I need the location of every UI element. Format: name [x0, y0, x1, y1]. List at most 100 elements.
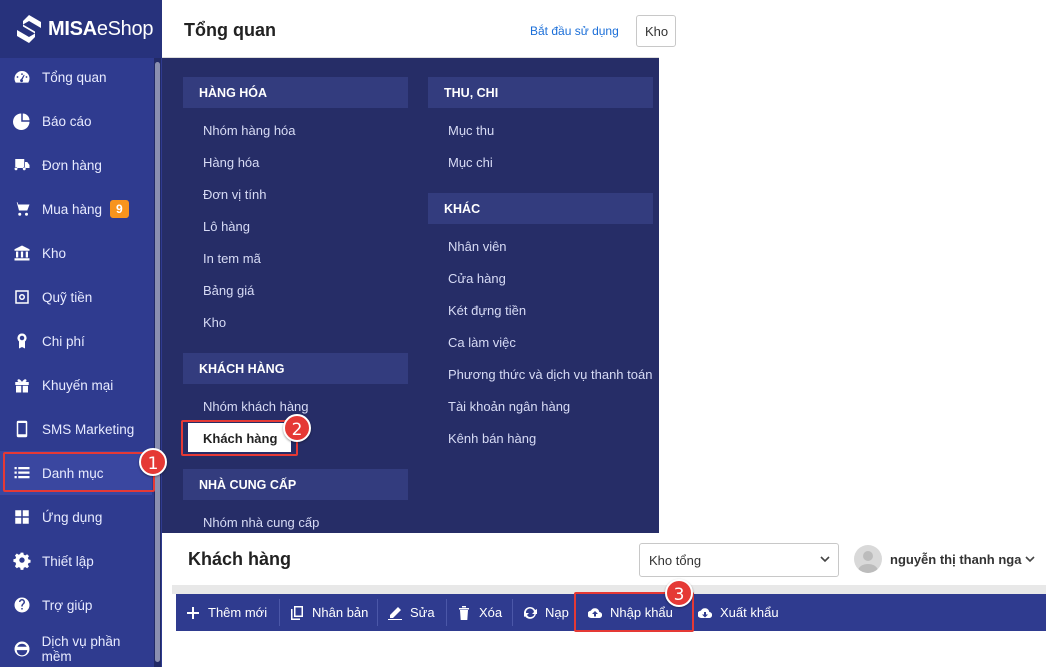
step-2-marker: 2 — [283, 414, 311, 442]
user-menu-chevron-icon[interactable] — [1025, 554, 1035, 564]
sidebar-item-chi-phi[interactable]: Chi phí — [0, 319, 152, 363]
pie-chart-icon — [12, 111, 32, 131]
menu-item-bang-gia[interactable]: Bảng giá — [203, 283, 254, 298]
menu-item-nhom-khach-hang[interactable]: Nhóm khách hàng — [203, 399, 309, 414]
sidebar-item-kho[interactable]: Kho — [0, 231, 152, 275]
store-select[interactable]: Kho tổng — [639, 543, 839, 577]
step-3-marker: 3 — [665, 579, 693, 607]
delete-button-label: Xóa — [479, 605, 503, 620]
sidebar-item-thiet-lap[interactable]: Thiết lập — [0, 539, 152, 583]
sidebar-item-label: Chi phí — [42, 333, 85, 349]
sidebar-item-khuyen-mai[interactable]: Khuyến mại — [0, 363, 152, 407]
top-header: Tổng quan Bắt đầu sử dụng Kho — [162, 0, 676, 58]
edit-button-label: Sửa — [410, 605, 435, 620]
money-icon — [12, 331, 32, 351]
customers-page-content — [172, 631, 1046, 667]
pencil-icon — [388, 606, 402, 620]
edit-button[interactable]: Sửa — [378, 594, 446, 631]
menu-item-lo-hang[interactable]: Lô hàng — [203, 219, 250, 234]
sidebar-item-label: Ứng dụng — [42, 509, 103, 525]
sidebar-item-label: Quỹ tiền — [42, 289, 93, 305]
menu-item-don-vi-tinh[interactable]: Đơn vị tính — [203, 187, 266, 202]
menu-item-muc-chi[interactable]: Mục chi — [448, 155, 493, 170]
sidebar-item-label: Khuyến mại — [42, 377, 114, 393]
menu-item-kenh-ban-hang[interactable]: Kênh bán hàng — [448, 431, 536, 446]
sidebar-item-label: Thiết lập — [42, 553, 94, 569]
gear-icon — [12, 551, 32, 571]
chevron-down-icon — [820, 556, 830, 563]
copy-icon — [291, 605, 303, 620]
export-button[interactable]: Xuất khẩu — [688, 594, 788, 631]
menu-item-cua-hang[interactable]: Cửa hàng — [448, 271, 506, 286]
menu-item-in-tem-ma[interactable]: In tem mã — [203, 251, 261, 266]
dashboard-icon — [12, 67, 32, 87]
sidebar-item-label: Dịch vụ phần mềm — [41, 634, 121, 664]
warehouse-icon — [12, 243, 32, 263]
step-1-marker: 1 — [139, 448, 167, 476]
menu-item-tai-khoan-ngan-hang[interactable]: Tài khoản ngân hàng — [448, 399, 570, 414]
reload-button[interactable]: Nạp — [513, 594, 575, 631]
sidebar-item-label: Kho — [42, 245, 67, 261]
menu-item-nhom-nha-cung-cap[interactable]: Nhóm nhà cung cấp — [203, 515, 319, 530]
sidebar-item-tro-giup[interactable]: Trợ giúp — [0, 583, 152, 627]
sidebar-item-mua-hang[interactable]: Mua hàng 9 — [0, 187, 152, 231]
sidebar-item-don-hang[interactable]: Đơn hàng — [0, 143, 152, 187]
add-button[interactable]: Thêm mới — [176, 594, 279, 631]
sidebar-item-label: SMS Marketing — [42, 421, 135, 437]
menu-group-thu-chi: THU, CHI — [428, 77, 653, 108]
trash-icon — [459, 605, 469, 620]
sidebar-scrollbar-thumb[interactable] — [155, 62, 160, 662]
menu-item-kho[interactable]: Kho — [203, 315, 226, 330]
gift-icon — [12, 375, 32, 395]
sidebar-item-label: Đơn hàng — [42, 157, 102, 173]
cloud-download-icon — [698, 607, 712, 618]
menu-item-phuong-thuc-thanh-toan[interactable]: Phương thức và dịch vụ thanh toán — [448, 367, 652, 382]
apps-icon — [12, 507, 32, 527]
sidebar-item-label: Báo cáo — [42, 113, 92, 129]
sidebar-item-tong-quan[interactable]: Tổng quan — [0, 55, 152, 99]
sidebar-item-dich-vu-phan-mem[interactable]: Dịch vụ phần mềm — [0, 627, 152, 667]
header-store-select[interactable]: Kho — [636, 15, 676, 47]
highlight-khach-hang — [181, 420, 298, 456]
duplicate-button-label: Nhân bản — [312, 605, 369, 620]
page-title: Tổng quan — [184, 20, 276, 40]
customers-page-title: Khách hàng — [188, 549, 292, 569]
sidebar-item-label: Tổng quan — [42, 69, 107, 85]
menu-item-hang-hoa[interactable]: Hàng hóa — [203, 155, 259, 170]
menu-group-hang-hoa: HÀNG HÓA — [183, 77, 408, 108]
user-name[interactable]: nguyễn thị thanh nga — [890, 552, 1021, 567]
sidebar-item-bao-cao[interactable]: Báo cáo — [0, 99, 152, 143]
avatar[interactable] — [854, 545, 882, 573]
misa-logo-icon — [17, 15, 41, 43]
safe-icon — [12, 287, 32, 307]
cart-icon — [12, 199, 32, 219]
phone-icon — [12, 419, 32, 439]
sidebar-item-label: Trợ giúp — [42, 597, 93, 613]
sidebar-item-sms-marketing[interactable]: SMS Marketing — [0, 407, 152, 451]
export-button-label: Xuất khẩu — [720, 605, 779, 620]
reload-button-label: Nạp — [545, 605, 569, 620]
app-logo[interactable]: MISAeShop — [0, 0, 162, 58]
menu-item-ca-lam-viec[interactable]: Ca làm việc — [448, 335, 516, 350]
plus-icon — [187, 606, 199, 619]
add-button-label: Thêm mới — [208, 605, 268, 620]
menu-item-nhan-vien[interactable]: Nhân viên — [448, 239, 507, 254]
category-menu-panel: HÀNG HÓA Nhóm hàng hóa Hàng hóa Đơn vị t… — [162, 58, 659, 533]
menu-group-khac: KHÁC — [428, 193, 653, 224]
delete-button[interactable]: Xóa — [447, 594, 512, 631]
menu-item-ket-dung-tien[interactable]: Két đựng tiền — [448, 303, 526, 318]
sidebar-item-quy-tien[interactable]: Quỹ tiền — [0, 275, 152, 319]
menu-item-muc-thu[interactable]: Mục thu — [448, 123, 494, 138]
menu-item-nhom-hang-hoa[interactable]: Nhóm hàng hóa — [203, 123, 296, 138]
sidebar-item-ung-dung[interactable]: Ứng dụng — [0, 495, 152, 539]
duplicate-button[interactable]: Nhân bản — [280, 594, 377, 631]
menu-group-nha-cung-cap: NHÀ CUNG CẤP — [183, 469, 408, 500]
logo-sub-text: eShop — [96, 17, 154, 40]
truck-icon — [12, 155, 32, 175]
refresh-icon — [524, 606, 537, 619]
getting-started-link[interactable]: Bắt đầu sử dụng — [530, 24, 619, 38]
logo-main-text: MISA — [48, 17, 97, 40]
purchase-count-badge: 9 — [110, 200, 129, 218]
highlight-danh-muc — [3, 452, 155, 492]
help-icon — [12, 595, 32, 615]
